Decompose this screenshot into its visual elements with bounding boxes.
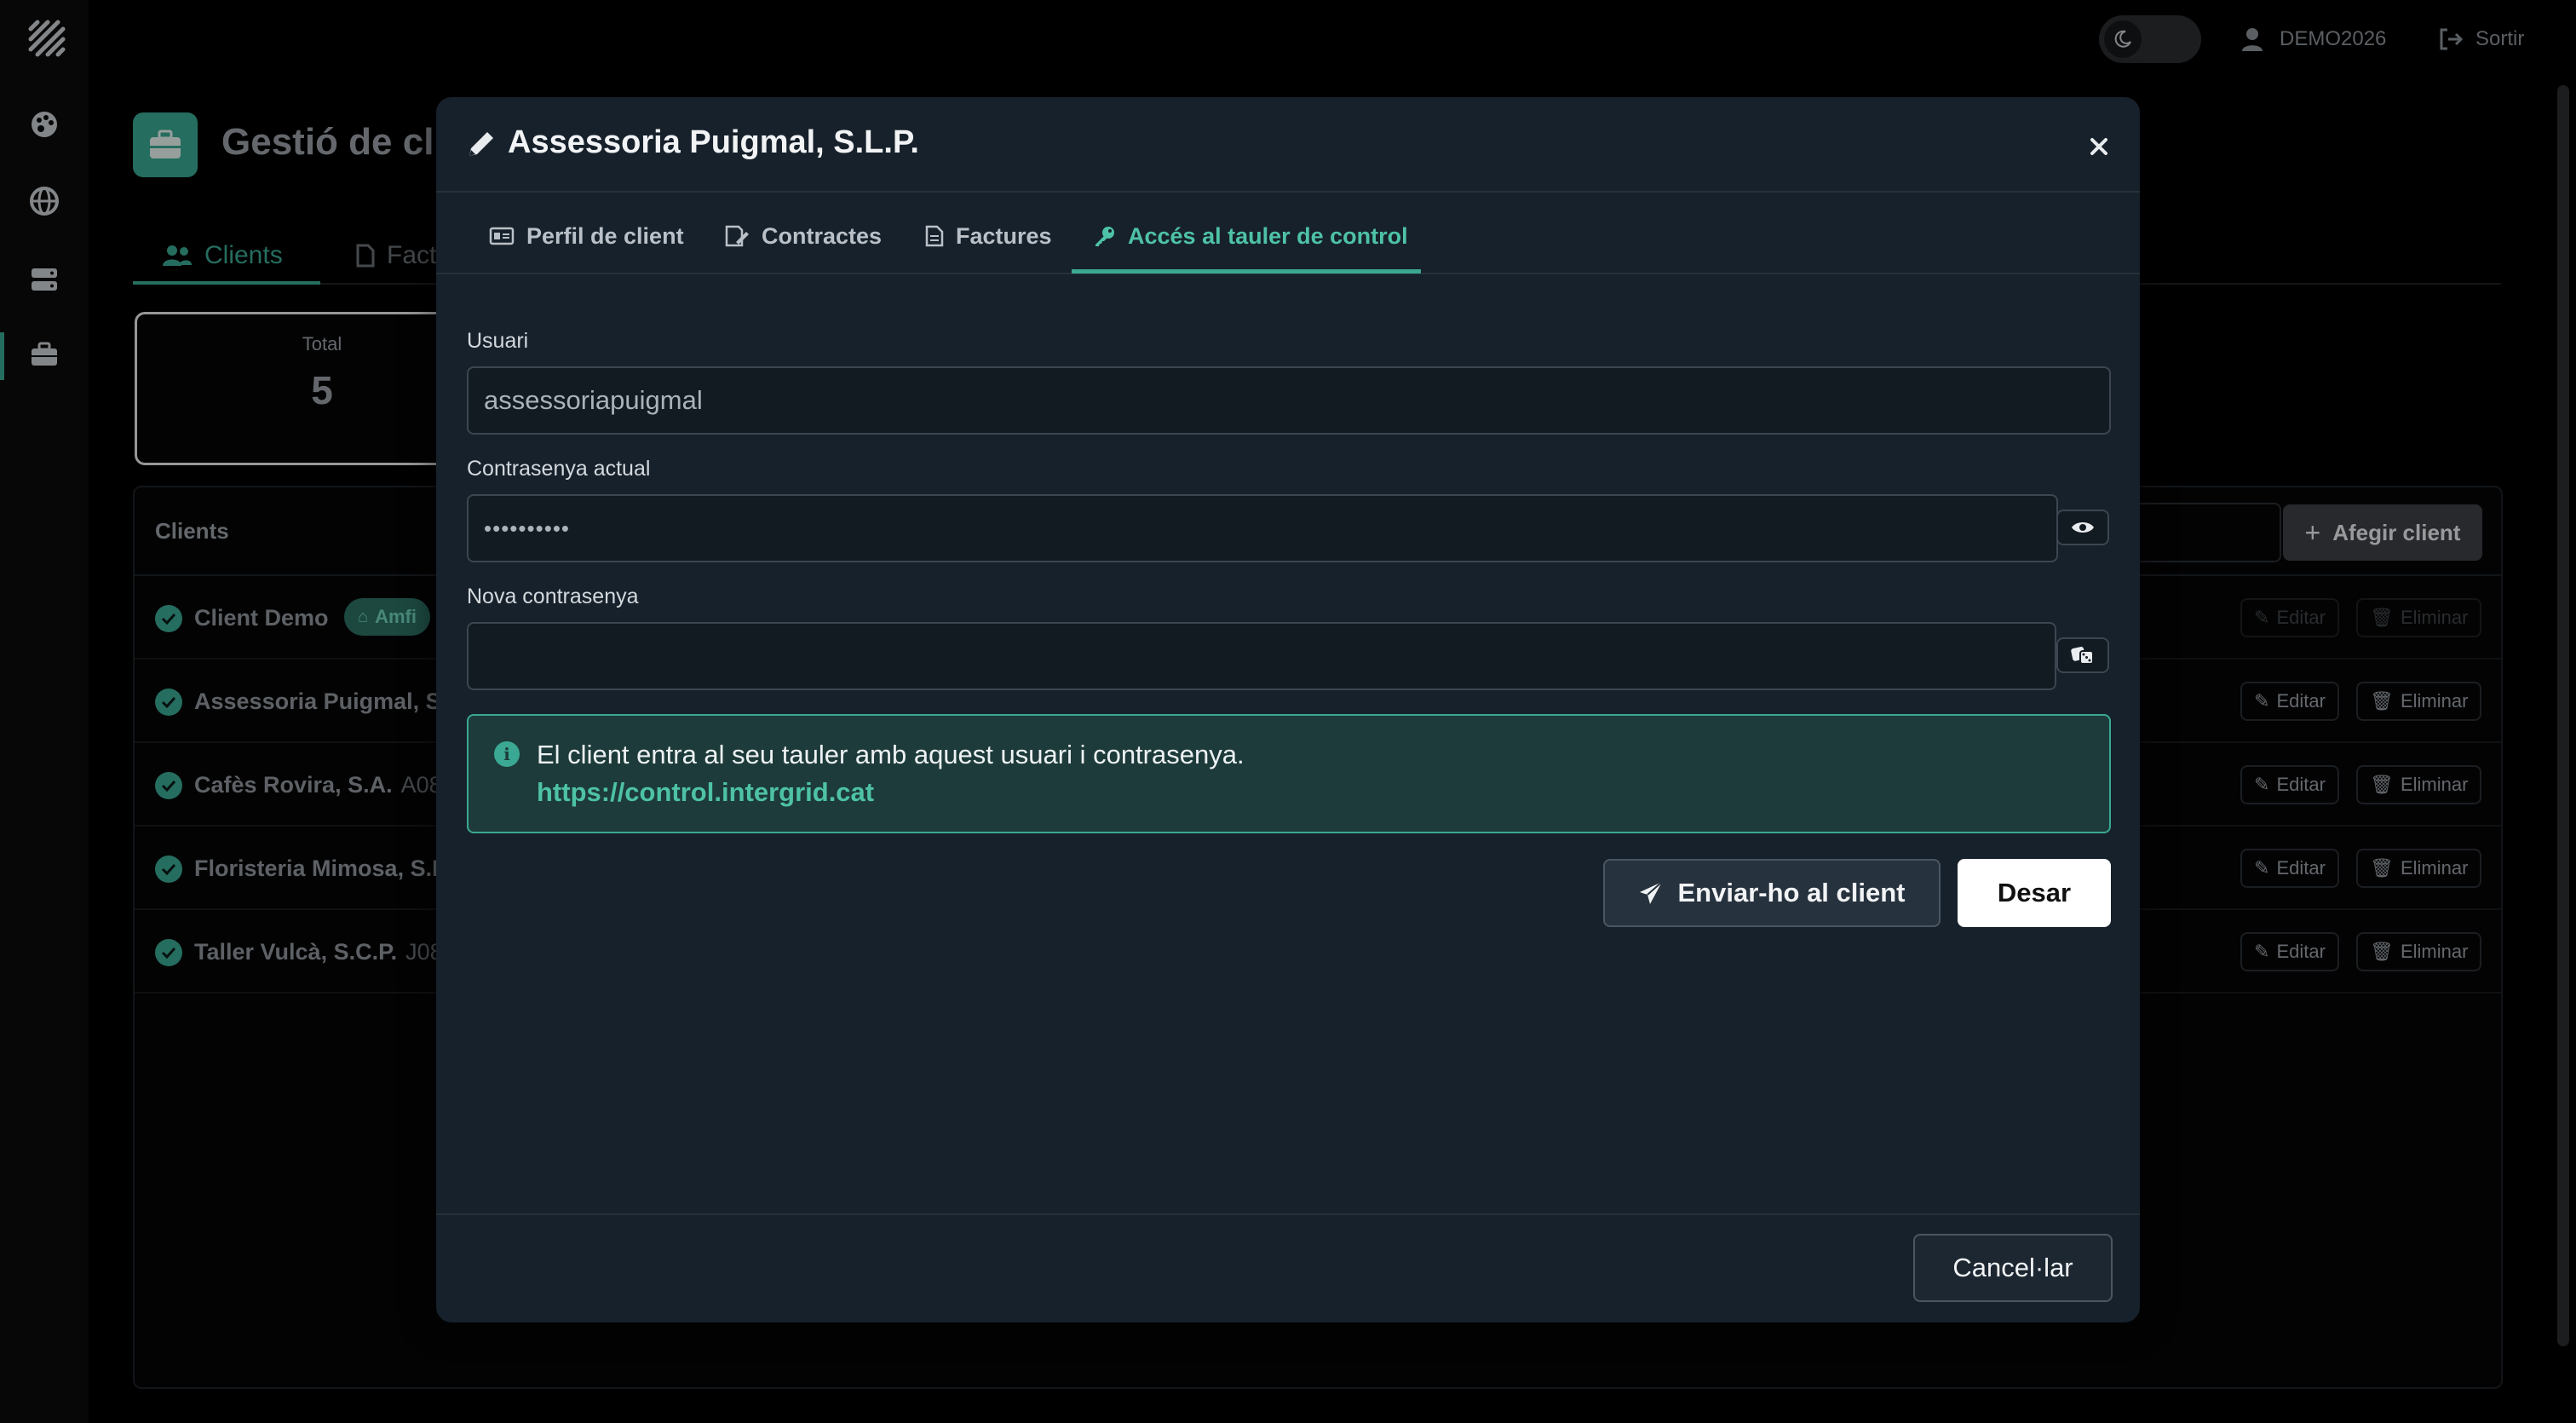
dice-icon: [2071, 647, 2094, 665]
send-label: Enviar-ho al client: [1677, 878, 1906, 907]
file-icon: [925, 225, 944, 247]
key-icon: [1095, 227, 1114, 246]
info-alert: i El client entra al seu tauler amb aque…: [467, 714, 2111, 833]
close-button[interactable]: [2084, 131, 2114, 162]
edit-client-modal: Assessoria Puigmal, S.L.P. Perfil de cli…: [436, 97, 2140, 1322]
info-text: El client entra al seu tauler amb aquest…: [537, 740, 1245, 769]
info-icon: i: [494, 741, 520, 767]
tab-contractes[interactable]: Contractes: [724, 218, 882, 254]
tab-perfil-de-client[interactable]: Perfil de client: [489, 218, 684, 254]
new-password-label: Nova contrasenya: [467, 585, 639, 608]
modal-title: Assessoria Puigmal, S.L.P.: [508, 124, 919, 160]
current-password-field[interactable]: ••••••••••: [467, 494, 2058, 562]
current-password-label: Contrasenya actual: [467, 457, 651, 481]
tab-label: Contractes: [762, 222, 883, 249]
new-password-field[interactable]: [467, 622, 2056, 690]
eye-icon: [2072, 522, 2094, 533]
dashboard-link[interactable]: https://control.intergrid.cat: [537, 777, 874, 808]
pencil-icon: [469, 132, 493, 156]
username-label: Usuari: [467, 329, 529, 353]
show-password-button[interactable]: [2056, 510, 2109, 545]
active-tab-underline: [1072, 269, 1421, 274]
tab-label: Accés al tauler de control: [1128, 222, 1408, 249]
paper-plane-icon: [1640, 881, 1664, 904]
tab-acces-tauler[interactable]: Accés al tauler de control: [1094, 218, 1408, 254]
cancel-button[interactable]: Cancel·lar: [1913, 1234, 2113, 1302]
save-button[interactable]: Desar: [1958, 859, 2111, 927]
generate-password-button[interactable]: [2056, 637, 2109, 673]
close-icon: [2090, 138, 2107, 155]
username-field[interactable]: assessoriapuigmal: [467, 366, 2111, 435]
tab-label: Perfil de client: [526, 222, 684, 249]
modal-header: Assessoria Puigmal, S.L.P.: [436, 97, 2140, 193]
tab-label: Factures: [956, 222, 1052, 249]
tab-factures[interactable]: Factures: [925, 218, 1052, 254]
id-card-icon: [489, 227, 515, 245]
send-to-client-button[interactable]: Enviar-ho al client: [1603, 859, 1941, 927]
modal-tabs: Perfil de client Contractes Factures Acc…: [436, 193, 2140, 274]
modal-footer-divider: [436, 1213, 2140, 1215]
contract-icon: [725, 225, 749, 247]
